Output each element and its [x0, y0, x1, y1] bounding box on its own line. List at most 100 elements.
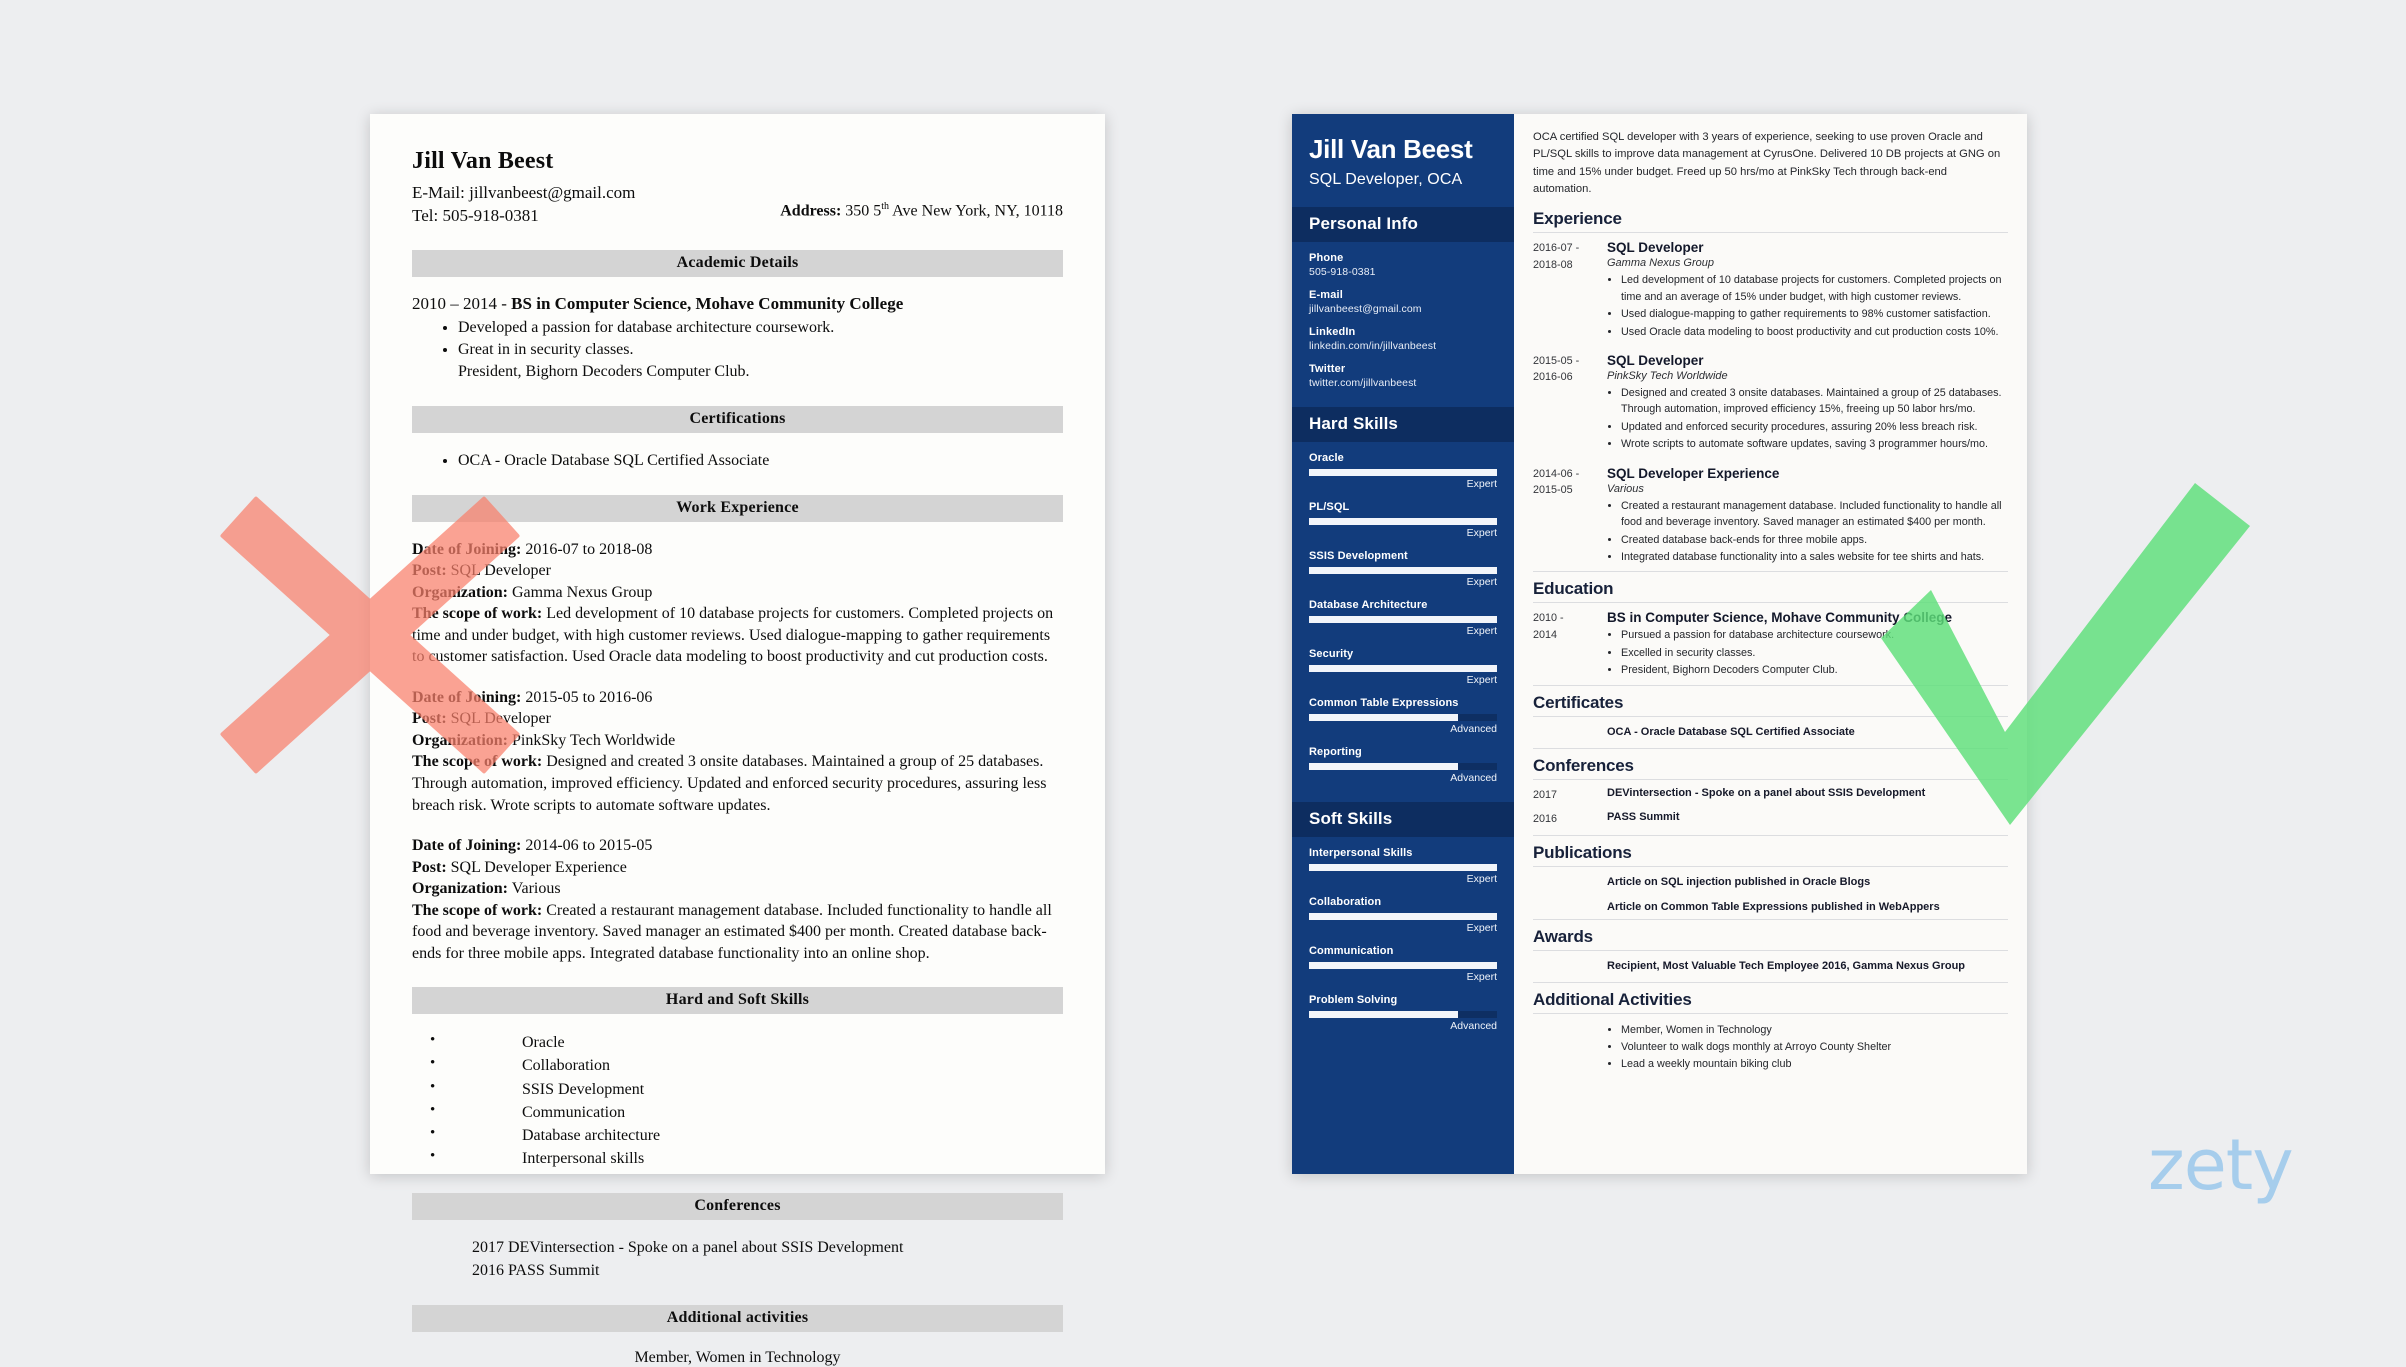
skill-name: Oracle [1309, 451, 1344, 464]
list-item: Used Oracle data modeling to boost produ… [1621, 324, 2008, 340]
list-item: Developed a passion for database archite… [458, 317, 1063, 339]
bad-job-scope: The scope of work: Led development of 10… [412, 603, 1063, 668]
list-item: Communication [430, 1100, 1063, 1124]
bad-section-work-experience: Work Experience [412, 494, 1063, 522]
experience-date: 2015-05 - 2016-06 [1533, 355, 1580, 384]
skill-level: Expert [1466, 921, 1497, 934]
bad-job-post-value: SQL Developer [446, 562, 551, 580]
skill-level: Expert [1466, 970, 1497, 983]
skill-bar-fill [1309, 713, 1458, 721]
bad-resume-name: Jill Van Beest [412, 148, 554, 174]
skill-name: Collaboration [1309, 895, 1382, 908]
skill-bar-track [1309, 468, 1497, 476]
skill-name: Problem Solving [1309, 993, 1398, 1006]
experience-org: Gamma Nexus Group [1607, 257, 1714, 270]
skill-bar-track [1309, 1010, 1497, 1018]
skill-bar-track [1309, 615, 1497, 623]
list-item: President, Bighorn Decoders Computer Clu… [1621, 662, 2008, 678]
experience-date: 2016-07 - 2018-08 [1533, 242, 1580, 271]
bad-job-post-label: Post: [412, 710, 447, 728]
awards-list: Recipient, Most Valuable Tech Employee 2… [1533, 951, 2008, 982]
bad-job-entry: Date of Joining: 2016-07 to 2018-08 Post… [412, 539, 1063, 668]
skill-bar-track [1309, 961, 1497, 969]
skill-name: Interpersonal Skills [1309, 846, 1413, 859]
experience-org: PinkSky Tech Worldwide [1607, 370, 1728, 383]
skill-item: SSIS Development Expert [1309, 550, 1497, 588]
contact-value-linkedin[interactable]: linkedin.com/in/jillvanbeest [1309, 340, 1497, 352]
experience-entry: 2015-05 - 2016-06 SQL Developer PinkSky … [1533, 346, 2008, 459]
bad-job-post-label: Post: [412, 858, 447, 876]
skill-item: Problem Solving Advanced [1309, 994, 1497, 1032]
education-degree: BS in Computer Science, Mohave Community… [1607, 610, 1953, 626]
skill-bar-fill [1309, 566, 1497, 574]
skill-item: Common Table Expressions Advanced [1309, 697, 1497, 735]
experience-role: SQL Developer [1607, 353, 1704, 369]
skill-name: PL/SQL [1309, 500, 1350, 513]
bad-education-degree: BS in Computer Science, Mohave Community… [511, 294, 904, 314]
bad-job-entry: Date of Joining: 2014-06 to 2015-05 Post… [412, 835, 1063, 964]
bad-job-date: Date of Joining: 2016-07 to 2018-08 [412, 539, 1063, 561]
bad-job-org: Organization: Gamma Nexus Group [412, 582, 1063, 604]
list-item: Database architecture [430, 1123, 1063, 1147]
good-resume-main-column: OCA certified SQL developer with 3 years… [1514, 114, 2027, 1174]
contact-label-linkedin: LinkedIn [1309, 325, 1356, 338]
bad-job-scope: The scope of work: Designed and created … [412, 751, 1063, 816]
bad-job-org-value: Various [508, 880, 561, 898]
bad-skills-list: Oracle Collaboration SSIS Development Co… [412, 1030, 1063, 1170]
skill-bar-fill [1309, 961, 1497, 969]
contact-label-phone: Phone [1309, 251, 1344, 264]
bad-job-date-value: 2015-05 to 2016-06 [521, 688, 653, 706]
list-item: SSIS Development [430, 1076, 1063, 1101]
bad-resume-address-label: Address: [780, 202, 842, 220]
list-item: Led development of 10 database projects … [1621, 272, 2008, 305]
skill-level: Advanced [1450, 1019, 1497, 1032]
experience-entry: 2016-07 - 2018-08 SQL Developer Gamma Ne… [1533, 233, 2008, 346]
certificates-list: OCA - Oracle Database SQL Certified Asso… [1533, 717, 2008, 748]
section-heading-education: Education [1533, 571, 2008, 604]
bad-education-years: 2010 – 2014 - [412, 294, 512, 314]
skill-bar-fill [1309, 863, 1497, 871]
sidebar-heading-hard-skills: Hard Skills [1292, 406, 1514, 442]
skill-level: Expert [1466, 624, 1497, 637]
skill-bar-fill [1309, 517, 1497, 525]
education-body: BS in Computer Science, Mohave Community… [1607, 610, 2008, 679]
list-item: Used dialogue-mapping to gather requirem… [1621, 306, 2008, 322]
bad-job-date-label: Date of Joining: [412, 688, 522, 706]
conferences-list: 2017 DEVintersection - Spoke on a panel … [1533, 780, 2008, 835]
experience-body: SQL Developer PinkSky Tech Worldwide Des… [1607, 353, 2008, 454]
skill-level: Advanced [1450, 771, 1497, 784]
good-resume-sidebar: Jill Van Beest SQL Developer, OCA Person… [1292, 114, 1514, 1174]
conference-entry: 2017 DEVintersection - Spoke on a panel … [1533, 787, 2008, 811]
list-item: Designed and created 3 onsite databases.… [1621, 385, 2008, 418]
list-item: Created a restaurant management database… [1621, 498, 2008, 531]
contact-value-twitter[interactable]: twitter.com/jillvanbeest [1309, 377, 1497, 389]
bad-job-org-label: Organization: [412, 880, 508, 898]
bad-job-date: Date of Joining: 2015-05 to 2016-06 [412, 687, 1063, 709]
skill-item: Communication Expert [1309, 945, 1497, 983]
skill-level: Expert [1466, 477, 1497, 490]
publication-item: Article on SQL injection published in Or… [1607, 875, 1871, 888]
skill-bar-track [1309, 713, 1497, 721]
contact-value-phone[interactable]: 505-918-0381 [1309, 266, 1497, 278]
bad-job-post-value: SQL Developer Experience [446, 858, 627, 876]
sidebar-heading-personal-info: Personal Info [1292, 206, 1514, 242]
skill-level: Expert [1466, 673, 1497, 686]
bad-job-org: Organization: PinkSky Tech Worldwide [412, 730, 1063, 752]
bad-job-date-label: Date of Joining: [412, 540, 522, 558]
bad-job-scope-label: The scope of work: [412, 753, 543, 771]
bad-section-conferences: Conferences [412, 1193, 1063, 1221]
skill-item: Security Expert [1309, 648, 1497, 686]
experience-role: SQL Developer Experience [1607, 465, 1780, 481]
contact-value-email[interactable]: jillvanbeest@gmail.com [1309, 303, 1497, 315]
bad-job-scope-label: The scope of work: [412, 605, 543, 623]
bad-job-post-value: SQL Developer [446, 710, 551, 728]
section-heading-publications: Publications [1533, 834, 2008, 867]
publication-item: Article on Common Table Expressions publ… [1607, 900, 1940, 913]
personal-info-block: Phone 505-918-0381 E-mail jillvanbeest@g… [1292, 242, 1514, 407]
bad-section-skills: Hard and Soft Skills [412, 987, 1063, 1015]
list-item: Lead a weekly mountain biking club [1621, 1056, 2008, 1072]
bad-job-scope: The scope of work: Created a restaurant … [412, 900, 1063, 965]
skill-name: Security [1309, 647, 1354, 660]
skill-item: Database Architecture Expert [1309, 599, 1497, 637]
additional-activities-list: Member, Women in Technology Volunteer to… [1533, 1014, 2008, 1073]
